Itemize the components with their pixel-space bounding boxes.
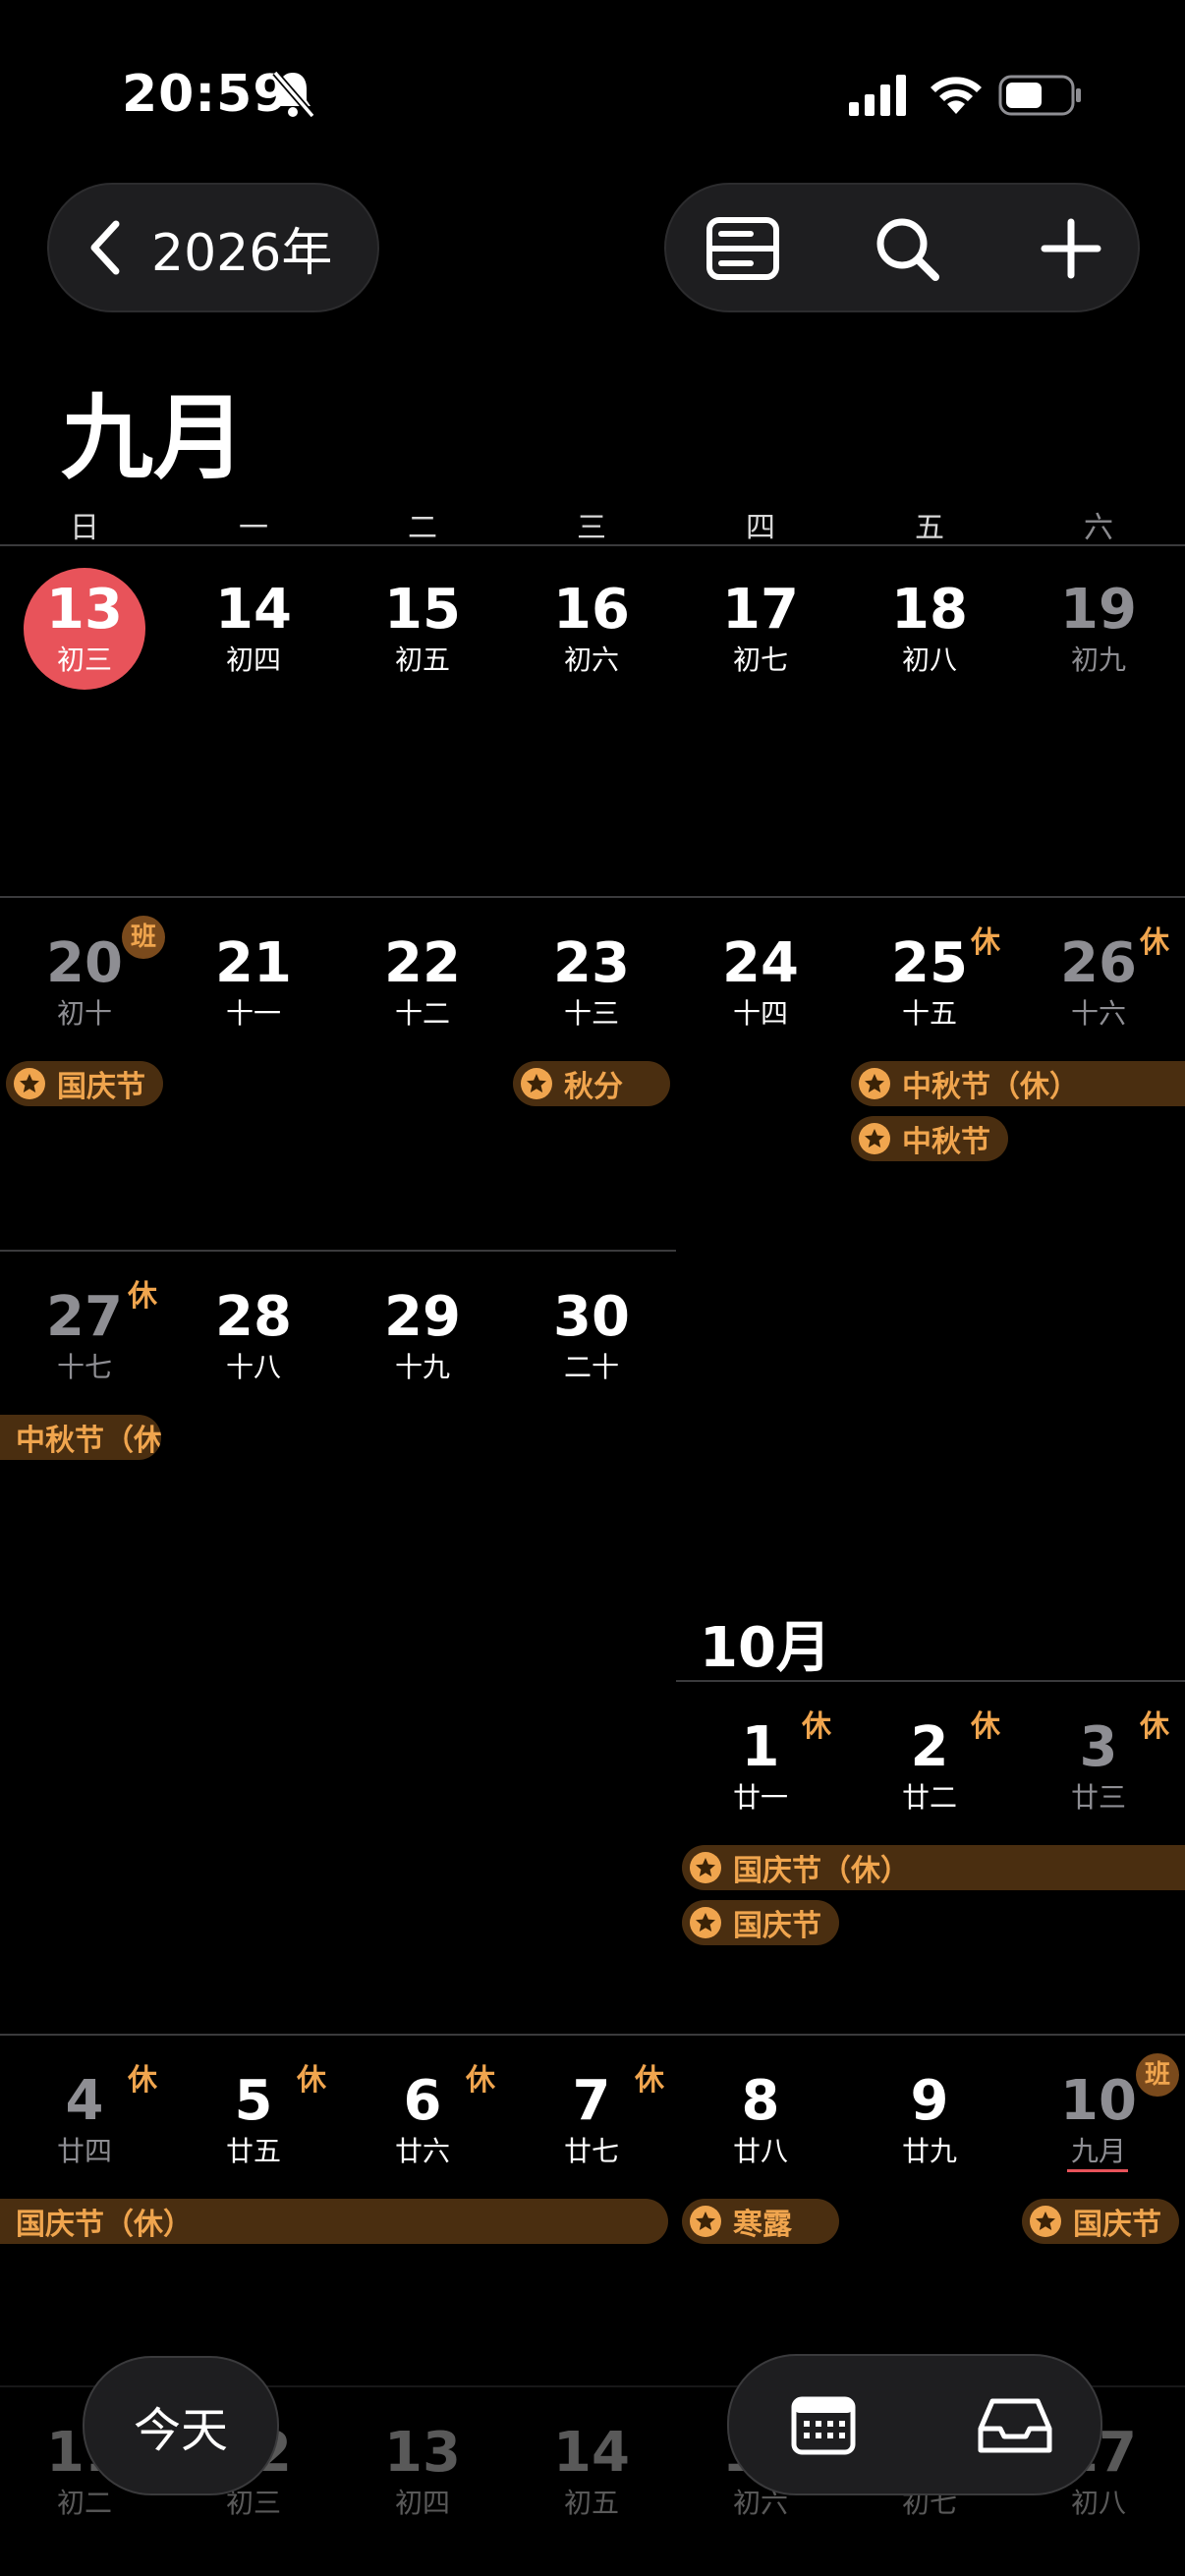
weekday-mon: 一 xyxy=(239,511,268,545)
day-cell[interactable]: 9 廿九 xyxy=(845,2071,1014,2169)
star-icon xyxy=(859,1123,890,1154)
weekday-tue: 二 xyxy=(408,511,437,545)
event-chip[interactable]: 国庆节 xyxy=(682,1900,839,1945)
event-chip[interactable]: 秋分 xyxy=(513,1061,670,1106)
divider xyxy=(0,544,1185,546)
event-chip[interactable]: 国庆节 xyxy=(6,1061,163,1106)
add-icon[interactable] xyxy=(1032,214,1110,283)
holiday-badge: 休 xyxy=(802,1709,831,1744)
lunar-month-marker xyxy=(1067,2169,1128,2172)
holiday-badge: 休 xyxy=(297,2063,326,2098)
day-cell[interactable]: 19 初九 xyxy=(1014,580,1183,678)
day-cell[interactable]: 13 初四 xyxy=(338,2423,507,2521)
month-title: 九月 xyxy=(61,385,247,492)
calendar-icon[interactable] xyxy=(790,2393,857,2456)
holiday-badge: 休 xyxy=(971,1709,1000,1744)
star-icon xyxy=(521,1068,552,1099)
weekday-wed: 三 xyxy=(577,511,606,545)
star-icon xyxy=(859,1068,890,1099)
holiday-badge: 休 xyxy=(971,925,1000,960)
day-cell[interactable]: 8 廿八 xyxy=(676,2071,845,2169)
status-time: 20:59 xyxy=(122,65,290,124)
event-chip[interactable]: 寒露 xyxy=(682,2199,839,2244)
day-cell[interactable]: 28 十八 xyxy=(169,1287,338,1385)
october-title: 10月 xyxy=(700,1616,831,1680)
holiday-badge: 休 xyxy=(128,2063,157,2098)
week-divider xyxy=(0,1250,676,1252)
chevron-left-icon xyxy=(90,220,120,275)
weekday-sun: 日 xyxy=(70,511,99,545)
star-icon xyxy=(1030,2206,1061,2237)
inbox-icon[interactable] xyxy=(977,2395,1053,2456)
day-cell[interactable]: 22 十二 xyxy=(338,933,507,1032)
event-chip[interactable]: 国庆节（休） xyxy=(0,2199,668,2244)
star-icon xyxy=(14,1068,45,1099)
star-icon xyxy=(690,1852,721,1883)
star-icon xyxy=(690,1907,721,1938)
bottom-nav-pill xyxy=(727,2354,1102,2495)
weekday-fri: 五 xyxy=(915,511,944,545)
event-chip[interactable]: 国庆节（休） xyxy=(682,1845,1185,1890)
wifi-icon xyxy=(931,77,982,114)
day-cell[interactable]: 23 十三 xyxy=(507,933,676,1032)
search-icon[interactable] xyxy=(869,214,947,283)
toolbar-pill xyxy=(664,183,1140,312)
week-divider xyxy=(0,2034,1185,2036)
day-cell-today[interactable]: 13 初三 xyxy=(0,580,169,678)
signal-icon xyxy=(849,75,906,116)
holiday-badge: 休 xyxy=(635,2063,664,2098)
holiday-badge: 休 xyxy=(1140,925,1169,960)
holiday-badge: 休 xyxy=(466,2063,495,2098)
workday-badge: 班 xyxy=(1136,2053,1179,2097)
day-cell[interactable]: 24 十四 xyxy=(676,933,845,1032)
day-cell[interactable]: 30 二十 xyxy=(507,1287,676,1385)
day-cell[interactable]: 29 十九 xyxy=(338,1287,507,1385)
bell-slash-icon xyxy=(272,70,314,119)
day-cell[interactable]: 18 初八 xyxy=(845,580,1014,678)
day-cell[interactable]: 14 初四 xyxy=(169,580,338,678)
holiday-badge: 休 xyxy=(128,1279,157,1314)
day-cell[interactable]: 15 初五 xyxy=(338,580,507,678)
year-label: 2026年 xyxy=(151,223,333,283)
list-view-icon[interactable] xyxy=(704,214,782,283)
today-button[interactable]: 今天 xyxy=(83,2356,279,2495)
back-to-year-button[interactable]: 2026年 xyxy=(47,183,379,312)
day-cell[interactable]: 14 初五 xyxy=(507,2423,676,2521)
star-icon xyxy=(690,2206,721,2237)
day-cell[interactable]: 16 初六 xyxy=(507,580,676,678)
event-chip[interactable]: 国庆节 xyxy=(1022,2199,1179,2244)
day-cell[interactable]: 17 初七 xyxy=(676,580,845,678)
battery-icon xyxy=(998,75,1081,116)
workday-badge: 班 xyxy=(122,916,165,959)
event-chip[interactable]: 中秋节 xyxy=(851,1116,1008,1161)
day-cell[interactable]: 21 十一 xyxy=(169,933,338,1032)
holiday-badge: 休 xyxy=(1140,1709,1169,1744)
event-chip[interactable]: 中秋节（休 xyxy=(0,1415,161,1460)
weekday-thu: 四 xyxy=(746,511,775,545)
week-divider xyxy=(0,896,1185,898)
divider xyxy=(676,1680,1185,1682)
weekday-sat: 六 xyxy=(1084,511,1113,545)
event-chip[interactable]: 中秋节（休） xyxy=(851,1061,1185,1106)
